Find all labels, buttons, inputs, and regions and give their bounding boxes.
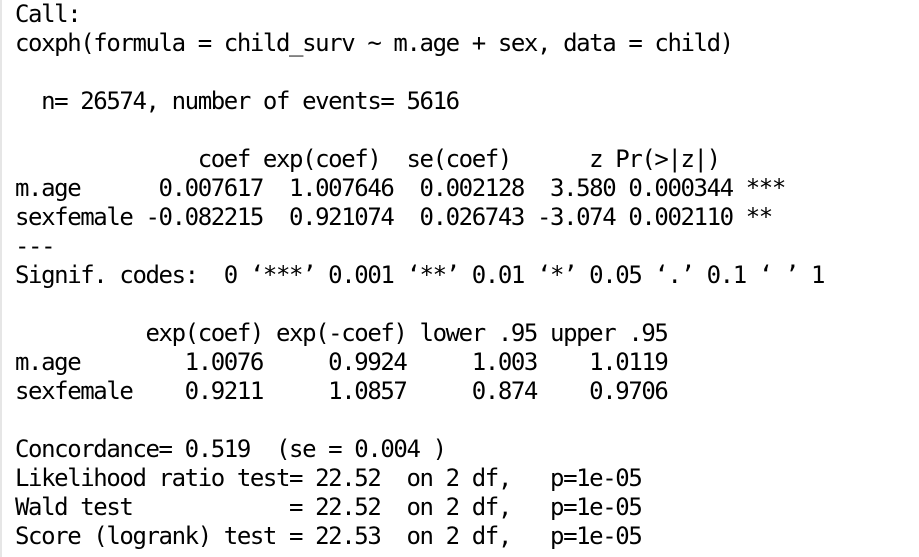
sample-size-line: n= 26574, number of events= 5616: [15, 87, 460, 115]
exp-coef-row-sexfemale: sexfemale 0.9211 1.0857 0.874 0.9706: [15, 377, 669, 405]
separator-line: ---: [15, 232, 56, 260]
call-label-line: Call:: [15, 0, 82, 28]
r-console-output-pane: Call: coxph(formula = child_surv ~ m.age …: [0, 0, 919, 557]
coef-row-m-age: m.age 0.007617 1.007646 0.002128 3.580 0…: [15, 174, 786, 202]
coef-row-sexfemale: sexfemale -0.082215 0.921074 0.026743 -3…: [15, 203, 785, 231]
console-output-text: Call: coxph(formula = child_surv ~ m.age …: [15, 0, 825, 551]
likelihood-ratio-test-line: Likelihood ratio test= 22.52 on 2 df, p=…: [15, 464, 643, 492]
concordance-line: Concordance= 0.519 (se = 0.004 ): [15, 435, 447, 463]
exp-coef-row-m-age: m.age 1.0076 0.9924 1.003 1.0119: [15, 348, 669, 376]
exp-coef-table-header: exp(coef) exp(-coef) lower .95 upper .95: [15, 319, 668, 347]
signif-codes-line: Signif. codes: 0 ‘***’ 0.001 ‘**’ 0.01 ‘…: [15, 261, 825, 289]
coxph-call-line: coxph(formula = child_surv ~ m.age + sex…: [15, 29, 734, 57]
score-logrank-test-line: Score (logrank) test = 22.53 on 2 df, p=…: [15, 522, 643, 550]
wald-test-line: Wald test = 22.52 on 2 df, p=1e-05: [15, 493, 643, 521]
coef-table-header: coef exp(coef) se(coef) z Pr(>|z|): [15, 145, 772, 173]
